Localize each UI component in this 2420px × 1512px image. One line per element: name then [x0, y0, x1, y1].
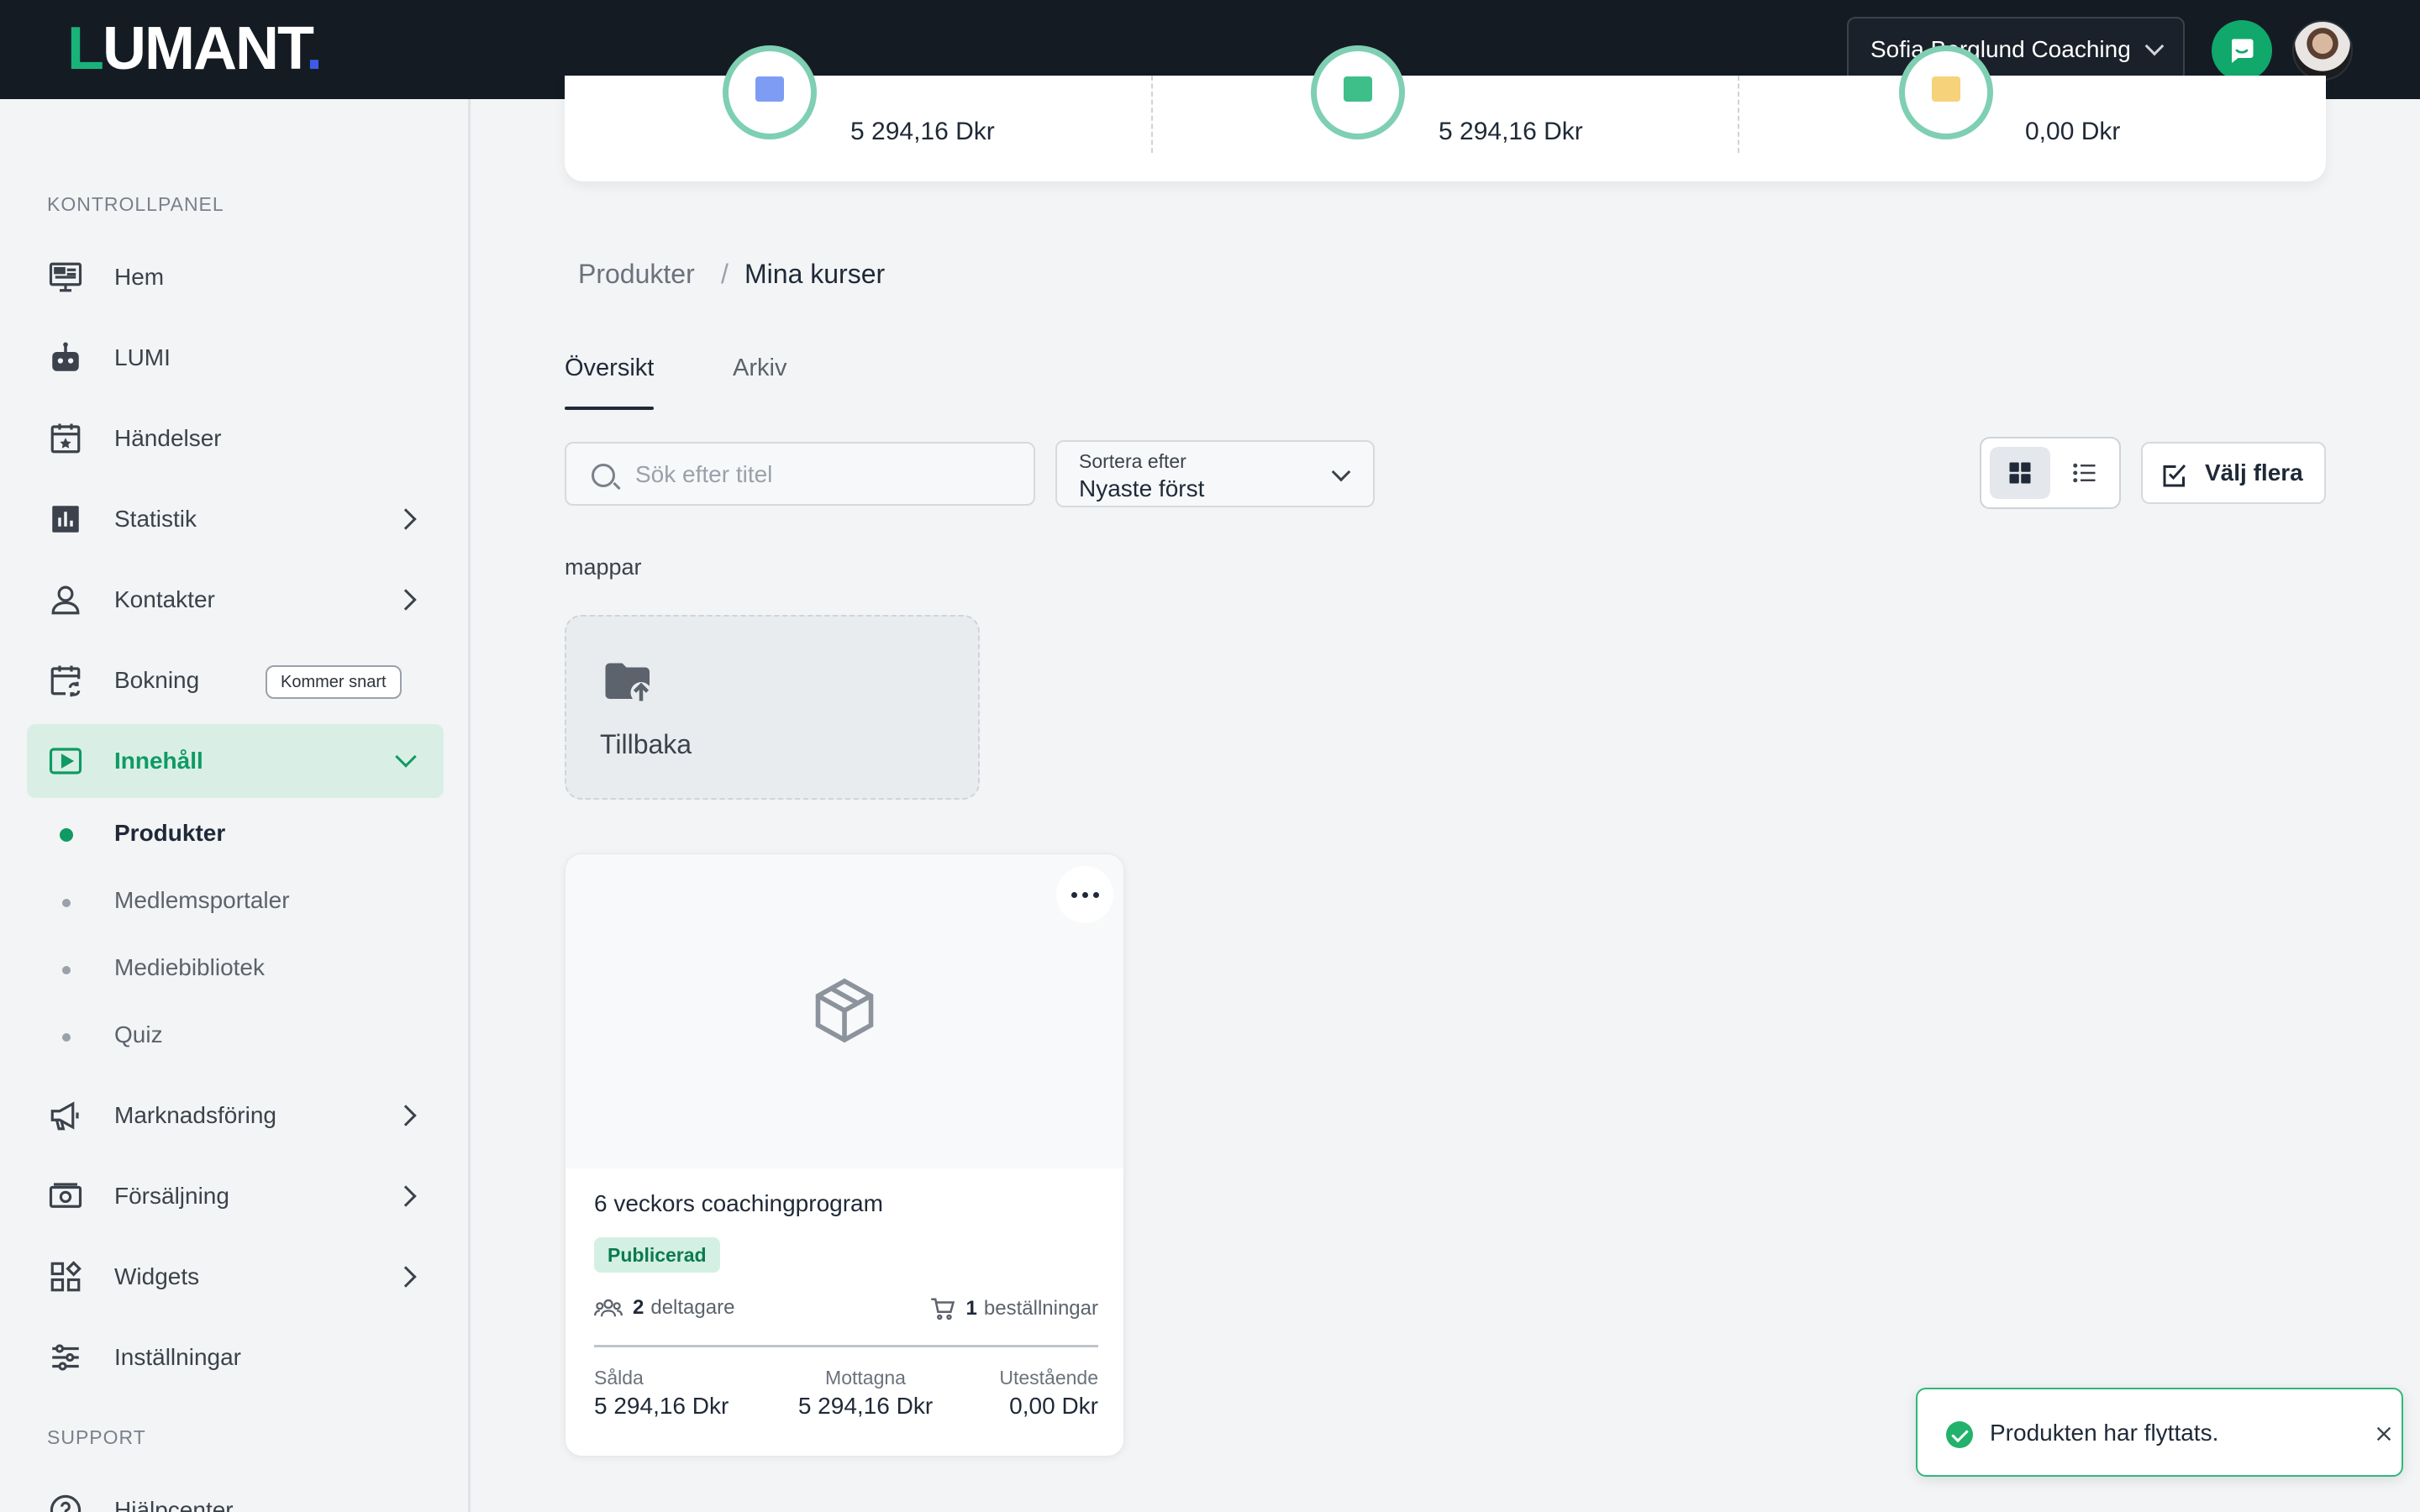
- sidebar-item-handelser[interactable]: Händelser: [27, 402, 444, 475]
- chevron-right-icon: [395, 1185, 417, 1207]
- chevron-right-icon: [395, 1266, 417, 1288]
- toast-message: Produkten har flyttats.: [1990, 1420, 2219, 1446]
- sold-column: Sålda 5 294,16 Dkr: [594, 1367, 729, 1419]
- more-options-button[interactable]: [1056, 866, 1113, 923]
- sub-item-dot: [62, 1033, 71, 1042]
- sub-item-medlemsportaler[interactable]: Medlemsportaler: [114, 887, 290, 914]
- widgets-icon: [47, 1258, 84, 1295]
- product-title[interactable]: 6 veckors coachingprogram: [594, 1190, 883, 1217]
- tab-oversikt[interactable]: Översikt: [565, 354, 654, 382]
- sidebar-item-bokning[interactable]: Bokning Kommer snart: [27, 643, 444, 717]
- chat-icon: [2231, 39, 2254, 63]
- user-icon: [47, 581, 84, 618]
- calendar-sync-icon: [47, 662, 84, 699]
- sort-select[interactable]: Sortera efter Nyaste först: [1055, 440, 1375, 507]
- outstanding-column: Utestående 0,00 Dkr: [999, 1367, 1098, 1419]
- chevron-right-icon: [395, 508, 417, 530]
- sub-item-dot: [62, 966, 71, 974]
- sliders-icon: [47, 1339, 84, 1376]
- sub-item-dot: [60, 828, 73, 842]
- stat-circle: [1311, 45, 1405, 139]
- sidebar-item-forsaljning[interactable]: Försäljning: [27, 1159, 444, 1233]
- stat-circle: [1899, 45, 1993, 139]
- select-multiple-button[interactable]: Välj flera: [2141, 442, 2326, 504]
- users-icon: [594, 1299, 623, 1317]
- sidebar-item-innehall[interactable]: Innehåll: [27, 724, 444, 798]
- account-name: Sofia Berglund Coaching: [1870, 36, 2131, 62]
- chevron-down-icon: [2144, 36, 2165, 56]
- sidebar-item-installningar[interactable]: Inställningar: [27, 1320, 444, 1394]
- grid-icon: [2009, 462, 2031, 484]
- sidebar-item-statistik[interactable]: Statistik: [27, 482, 444, 556]
- search-box: [565, 442, 1035, 506]
- chevron-down-icon: [395, 746, 417, 768]
- chevron-down-icon: [1331, 462, 1351, 482]
- product-thumbnail: [566, 854, 1123, 1168]
- breadcrumb-parent[interactable]: Produkter: [578, 259, 695, 290]
- orders-count: 1 beställningar: [929, 1296, 1098, 1321]
- sidebar-item-kontakter[interactable]: Kontakter: [27, 563, 444, 637]
- sidebar-item-lumi[interactable]: LUMI: [27, 321, 444, 395]
- sub-item-produkter[interactable]: Produkter: [114, 820, 225, 847]
- grid-view-button[interactable]: [1990, 447, 2050, 499]
- list-view-button[interactable]: [2055, 447, 2114, 499]
- sub-item-dot: [62, 899, 71, 907]
- folders-label: mappar: [565, 554, 642, 580]
- wallet-check-icon: [1344, 76, 1372, 102]
- tab-arkiv[interactable]: Arkiv: [733, 354, 786, 382]
- stat-divider: [1151, 76, 1153, 153]
- active-tab-indicator: [565, 407, 654, 410]
- sidebar-item-marknadsforing[interactable]: Marknadsföring: [27, 1079, 444, 1152]
- list-icon: [2073, 463, 2096, 483]
- toast-notification: Produkten har flyttats.: [1916, 1388, 2403, 1477]
- sidebar-item-hjalpcenter[interactable]: Hjälpcenter: [27, 1473, 444, 1512]
- folder-back-card[interactable]: Tillbaka: [565, 615, 980, 800]
- chat-button[interactable]: [2212, 20, 2272, 81]
- cart-icon: [930, 1298, 955, 1320]
- clock-list-icon: [1932, 76, 1960, 102]
- search-input[interactable]: [635, 457, 1013, 492]
- chevron-right-icon: [395, 1105, 417, 1126]
- card-divider: [594, 1345, 1098, 1347]
- sort-label: Sortera efter: [1079, 450, 1186, 472]
- megaphone-icon: [47, 1097, 84, 1134]
- stats-card: 5 294,16 Dkr 5 294,16 Dkr 0,00 Dkr: [565, 45, 2326, 181]
- account-select[interactable]: Sofia Berglund Coaching: [1847, 17, 2185, 82]
- close-icon[interactable]: [2375, 1425, 2393, 1443]
- section-label-support: SUPPORT: [47, 1426, 146, 1448]
- user-avatar[interactable]: [2292, 20, 2353, 81]
- checkbox-edit-icon: [2163, 464, 2186, 487]
- sidebar-item-hem[interactable]: Hem: [27, 240, 444, 314]
- robot-icon: [47, 339, 84, 376]
- sort-value: Nyaste först: [1079, 475, 1205, 501]
- search-icon: [592, 464, 615, 487]
- stat-circle: [723, 45, 817, 139]
- view-toggle: [1980, 437, 2121, 509]
- sub-item-quiz[interactable]: Quiz: [114, 1021, 163, 1048]
- stat-divider: [1738, 76, 1739, 153]
- calendar-star-icon: [47, 420, 84, 457]
- sub-item-mediebibliotek[interactable]: Mediebibliotek: [114, 954, 265, 981]
- monitor-icon: [47, 259, 84, 296]
- breadcrumb-current: Mina kurser: [744, 259, 886, 289]
- received-column: Mottagna 5 294,16 Dkr: [797, 1367, 934, 1419]
- product-card[interactable]: 6 veckors coachingprogram Publicerad 2 de…: [565, 853, 1124, 1457]
- lumant-logo[interactable]: LUMANT.: [67, 18, 323, 79]
- package-icon: [815, 978, 874, 1043]
- sidebar: KONTROLLPANEL Hem LUMI Händelser Statist…: [0, 99, 471, 1512]
- play-icon: [47, 743, 84, 780]
- chevron-right-icon: [395, 589, 417, 611]
- check-circle-icon: [1946, 1421, 1973, 1448]
- participants-count: 2 deltagare: [594, 1296, 734, 1320]
- money-icon: [47, 1178, 84, 1215]
- coming-soon-badge: Kommer snart: [266, 665, 402, 699]
- bar-chart-icon: [47, 501, 84, 538]
- status-badge: Publicerad: [594, 1237, 720, 1273]
- folder-up-icon: [605, 663, 652, 703]
- receipt-icon: [755, 76, 784, 102]
- help-icon: [47, 1492, 84, 1512]
- sidebar-item-widgets[interactable]: Widgets: [27, 1240, 444, 1314]
- breadcrumb-separator: /: [721, 259, 729, 289]
- section-label-dashboard: KONTROLLPANEL: [47, 193, 224, 215]
